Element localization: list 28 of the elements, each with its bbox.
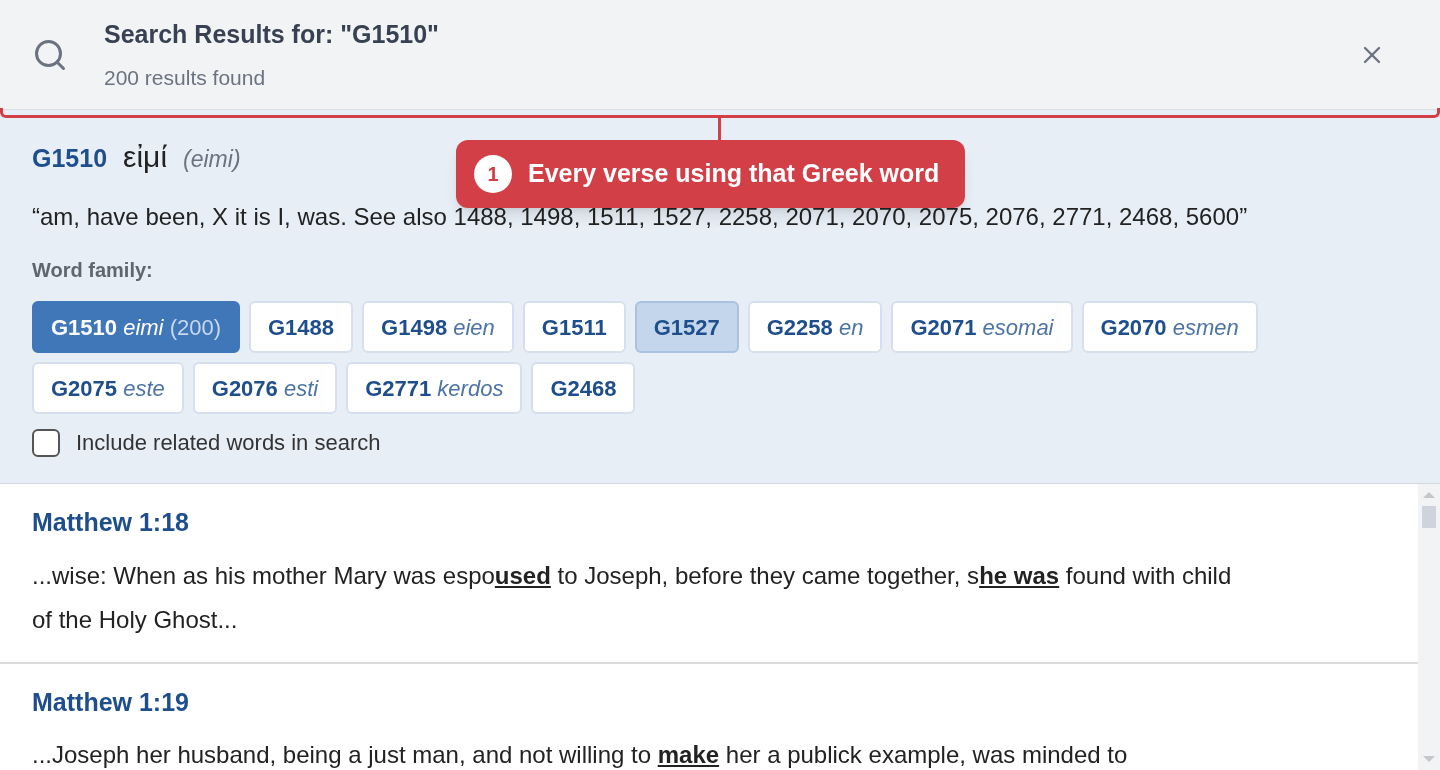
word-family-chip[interactable]: G2075 este — [32, 362, 184, 414]
strong-number: G1510 — [32, 143, 108, 174]
word-family-chip[interactable]: G1511 — [522, 301, 626, 353]
word-family-chip[interactable]: G2076 esti — [192, 362, 338, 414]
word-family-chip[interactable]: G2771 kerdos — [346, 362, 523, 414]
checkbox-label: Include related words in search — [76, 429, 381, 457]
verse-reference[interactable]: Matthew 1:19 — [32, 683, 1386, 721]
transliteration: (eimi) — [183, 145, 241, 174]
results-title: Search Results for: "G1510" — [104, 19, 440, 50]
step-number: 1 — [474, 155, 512, 193]
word-family-chip[interactable]: G2258 en — [747, 301, 883, 353]
include-related-checkbox[interactable] — [32, 428, 60, 457]
word-family-chip[interactable]: G1498 eien — [362, 301, 514, 353]
word-family-chip[interactable]: G2071 esomai — [891, 301, 1073, 353]
word-family-chip[interactable]: G2070 esmen — [1081, 301, 1258, 353]
word-family-chip[interactable]: G2468 — [531, 362, 636, 414]
verse-text: ...wise: When as his mother Mary was espoused to Joseph, before they came together, she was found with child of the Holy Ghost... — [32, 560, 1232, 635]
verse-reference[interactable]: Matthew 1:18 — [32, 504, 1386, 542]
scrollbar[interactable] — [1418, 484, 1440, 770]
verse-text: ...Joseph her husband, being a just man, and not willing to make her a publick example, was minded to — [32, 740, 1129, 770]
word-family-chip[interactable]: G1527 — [634, 301, 739, 353]
callout-text: Every verse using that Greek word — [528, 158, 941, 190]
greek-word: εἰμί — [123, 139, 168, 175]
word-family-chip[interactable]: G1488 — [249, 301, 354, 353]
definition-text: “am, have been, X it is I, was. See also 1488, 1498, 1511, 1527, 2258, 2071, 2070, 2075, 2076, 2771, 2468, 5600” — [32, 202, 1249, 232]
word-family-chip[interactable]: G1510 eimi (200) — [32, 301, 240, 353]
word-family-label: Word family: — [32, 258, 154, 283]
results-count: 200 results found — [104, 64, 267, 91]
